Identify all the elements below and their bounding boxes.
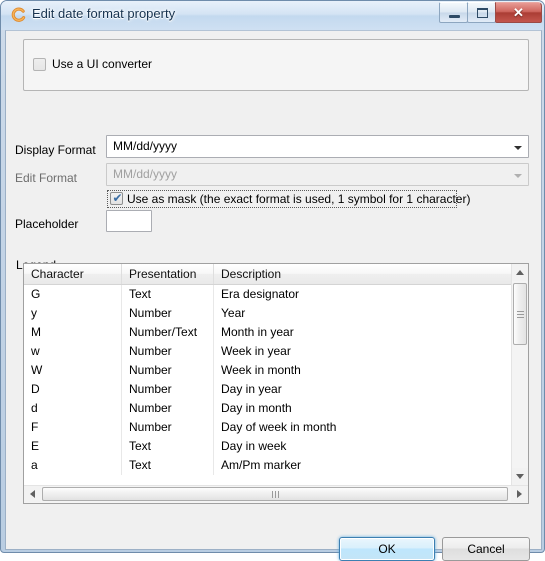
cell-presentation: Number bbox=[122, 380, 214, 399]
cell-character: d bbox=[24, 399, 122, 418]
scroll-up-button[interactable] bbox=[512, 264, 528, 281]
table-row[interactable]: D Number Day in year bbox=[24, 380, 511, 399]
use-ui-converter-checkbox[interactable] bbox=[33, 58, 46, 71]
cell-presentation: Number/Text bbox=[122, 323, 214, 342]
scroll-down-button[interactable] bbox=[512, 468, 528, 485]
display-format-value: MM/dd/yyyy bbox=[113, 139, 178, 153]
caret-left-icon bbox=[30, 490, 35, 498]
placeholder-input[interactable] bbox=[106, 210, 152, 232]
cell-character: W bbox=[24, 361, 122, 380]
cell-character: G bbox=[24, 285, 122, 304]
grip-icon bbox=[517, 311, 524, 318]
cell-presentation: Number bbox=[122, 418, 214, 437]
close-icon: ✕ bbox=[513, 5, 524, 20]
cell-character: a bbox=[24, 456, 122, 475]
ring-icon bbox=[10, 7, 26, 23]
cell-character: w bbox=[24, 342, 122, 361]
placeholder-label: Placeholder bbox=[15, 217, 79, 231]
cell-presentation: Number bbox=[122, 399, 214, 418]
column-header-description[interactable]: Description bbox=[214, 264, 511, 284]
caret-right-icon bbox=[517, 490, 522, 498]
cancel-button[interactable]: Cancel bbox=[442, 537, 530, 561]
cell-description: Day of week in month bbox=[221, 420, 337, 434]
cell-character: E bbox=[24, 437, 122, 456]
chevron-down-icon-disabled bbox=[509, 165, 527, 186]
cell-character: F bbox=[24, 418, 122, 437]
table-row[interactable]: F Number Day of week in month bbox=[24, 418, 511, 437]
maximize-icon bbox=[477, 8, 488, 18]
chevron-down-icon[interactable] bbox=[509, 137, 527, 158]
table-row[interactable]: M Number/Text Month in year bbox=[24, 323, 511, 342]
legend-table-body: G Text Era designator y Number Year M Nu… bbox=[24, 285, 511, 482]
use-as-mask-label: Use as mask (the exact format is used, 1… bbox=[127, 192, 471, 206]
table-row[interactable]: a Text Am/Pm marker bbox=[24, 456, 511, 475]
cell-presentation: Number bbox=[122, 361, 214, 380]
table-row[interactable]: d Number Day in month bbox=[24, 399, 511, 418]
cell-description: Day in year bbox=[221, 382, 282, 396]
legend-vertical-scrollbar[interactable] bbox=[511, 264, 528, 485]
edit-format-value: MM/dd/yyyy bbox=[113, 167, 178, 181]
cell-character: D bbox=[24, 380, 122, 399]
dialog-window: Edit date format property ✕ Use a UI con… bbox=[0, 0, 545, 561]
close-button[interactable]: ✕ bbox=[495, 2, 542, 23]
cell-presentation: Text bbox=[122, 285, 214, 304]
column-header-character[interactable]: Character bbox=[24, 264, 122, 284]
cell-description: Month in year bbox=[221, 325, 294, 339]
cell-description: Era designator bbox=[221, 287, 300, 301]
cell-character: M bbox=[24, 323, 122, 342]
title-bar[interactable]: Edit date format property ✕ bbox=[1, 1, 544, 30]
display-format-combobox[interactable]: MM/dd/yyyy bbox=[106, 135, 529, 158]
dialog-client-area: Use a UI converter Display Format MM/dd/… bbox=[6, 31, 541, 561]
dialog-frame: Use a UI converter Display Format MM/dd/… bbox=[5, 30, 542, 561]
scroll-left-button[interactable] bbox=[24, 486, 41, 502]
legend-horizontal-scrollbar[interactable] bbox=[24, 485, 528, 503]
caret-up-icon bbox=[516, 270, 524, 275]
minimize-icon bbox=[449, 15, 460, 18]
checkmark-icon: ✔ bbox=[112, 191, 123, 205]
legend-table-header: Character Presentation Description bbox=[24, 264, 511, 285]
caret-down-icon bbox=[516, 474, 524, 479]
cell-presentation: Text bbox=[122, 456, 214, 475]
table-row[interactable]: E Text Day in week bbox=[24, 437, 511, 456]
table-row[interactable]: W Number Week in month bbox=[24, 361, 511, 380]
cell-character: y bbox=[24, 304, 122, 323]
cell-description: Am/Pm marker bbox=[221, 458, 302, 472]
vertical-scroll-thumb[interactable] bbox=[513, 283, 527, 345]
edit-format-combobox[interactable]: MM/dd/yyyy bbox=[106, 163, 529, 186]
column-header-presentation[interactable]: Presentation bbox=[122, 264, 214, 284]
use-ui-converter-label: Use a UI converter bbox=[52, 57, 153, 71]
cell-presentation: Number bbox=[122, 304, 214, 323]
cell-presentation: Number bbox=[122, 342, 214, 361]
scroll-right-button[interactable] bbox=[511, 486, 528, 502]
cell-description: Week in month bbox=[221, 363, 301, 377]
cell-presentation: Text bbox=[122, 437, 214, 456]
window-controls: ✕ bbox=[439, 2, 542, 23]
use-as-mask-checkbox[interactable]: ✔ bbox=[110, 192, 123, 205]
window-title: Edit date format property bbox=[32, 6, 176, 21]
grip-icon bbox=[272, 491, 281, 498]
edit-format-label: Edit Format bbox=[15, 171, 78, 185]
display-format-label: Display Format bbox=[15, 143, 96, 157]
cell-description: Day in month bbox=[221, 401, 292, 415]
ok-button[interactable]: OK bbox=[339, 537, 435, 561]
table-row[interactable]: y Number Year bbox=[24, 304, 511, 323]
cell-description: Year bbox=[221, 306, 246, 320]
minimize-button[interactable] bbox=[439, 2, 468, 23]
legend-table: Character Presentation Description G Tex… bbox=[23, 263, 529, 504]
table-row[interactable]: w Number Week in year bbox=[24, 342, 511, 361]
maximize-button[interactable] bbox=[467, 2, 496, 23]
cell-description: Day in week bbox=[221, 439, 287, 453]
ui-converter-panel: Use a UI converter bbox=[23, 39, 529, 91]
cell-description: Week in year bbox=[221, 344, 291, 358]
horizontal-scroll-thumb[interactable] bbox=[42, 487, 508, 501]
table-row[interactable]: G Text Era designator bbox=[24, 285, 511, 304]
